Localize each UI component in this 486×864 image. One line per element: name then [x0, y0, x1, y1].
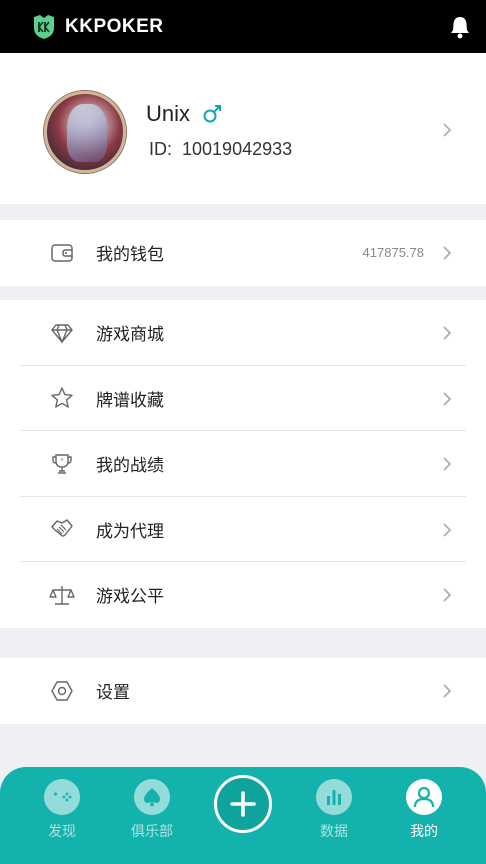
chevron-right-icon: [443, 391, 452, 406]
wallet-label: 我的钱包: [96, 245, 164, 266]
tab-label: 数据: [320, 824, 348, 840]
male-gender-icon: [202, 104, 222, 124]
settings-section: 设置: [0, 658, 486, 724]
wallet-balance: 417875.78: [362, 245, 424, 261]
tab-data[interactable]: 数据: [299, 779, 369, 841]
user-id-label: ID:: [149, 139, 173, 159]
wallet-section: 我的钱包 417875.78: [0, 220, 486, 286]
chevron-right-icon: [443, 123, 452, 137]
trophy-icon: [49, 451, 75, 477]
menu-section: 游戏商城 牌谱收藏 我的战绩 成为代理 游戏公平: [0, 300, 486, 628]
tab-label: 发现: [48, 824, 76, 840]
top-bar: KKPOKER: [0, 0, 486, 53]
menu-item-record[interactable]: 我的战绩: [0, 431, 486, 497]
menu-item-label: 我的战绩: [96, 456, 164, 477]
user-id-value: 10019042933: [182, 139, 293, 159]
menu-item-label: 牌谱收藏: [96, 390, 164, 411]
star-icon: [49, 385, 75, 411]
menu-item-store[interactable]: 游戏商城: [0, 300, 486, 366]
chevron-right-icon: [443, 246, 452, 260]
chevron-right-icon: [443, 522, 452, 537]
username: Unix: [146, 101, 191, 126]
kkpoker-logo-icon: [32, 14, 56, 40]
bottom-tab-bar: 发现 俱乐部 数据 我的: [0, 767, 486, 864]
settings-gear-icon: [49, 678, 75, 704]
settings-label: 设置: [96, 683, 130, 704]
plus-icon: [230, 791, 256, 817]
user-id: ID: 10019042933: [149, 139, 292, 160]
tab-club[interactable]: 俱乐部: [117, 779, 187, 841]
scale-icon: [49, 582, 75, 608]
wallet-icon: [49, 240, 75, 266]
handshake-icon: [49, 516, 75, 542]
menu-item-label: 游戏商城: [96, 325, 164, 346]
gamepad-icon: [44, 779, 80, 815]
notification-bell-icon[interactable]: [448, 14, 472, 40]
chevron-right-icon: [443, 457, 452, 471]
tab-mine[interactable]: 我的: [389, 779, 459, 841]
diamond-icon: [49, 320, 75, 346]
settings-row[interactable]: 设置: [0, 658, 486, 724]
brand-name: KKPOKER: [65, 15, 164, 37]
avatar[interactable]: [44, 91, 126, 173]
chevron-right-icon: [443, 684, 452, 698]
spade-icon: [134, 779, 170, 815]
add-button[interactable]: [214, 775, 272, 833]
bar-chart-icon: [316, 779, 352, 815]
chevron-right-icon: [443, 588, 452, 602]
menu-item-label: 成为代理: [96, 521, 164, 542]
user-icon: [406, 779, 442, 815]
tab-discover[interactable]: 发现: [27, 779, 97, 841]
menu-item-agent[interactable]: 成为代理: [0, 497, 486, 562]
menu-item-label: 游戏公平: [96, 587, 164, 608]
profile-card[interactable]: Unix ID: 10019042933: [0, 53, 486, 204]
tab-label: 俱乐部: [131, 824, 173, 840]
chevron-right-icon: [443, 326, 452, 340]
menu-item-fairness[interactable]: 游戏公平: [0, 562, 486, 628]
tab-label: 我的: [410, 824, 438, 840]
menu-item-hand-history[interactable]: 牌谱收藏: [0, 366, 486, 431]
wallet-row[interactable]: 我的钱包 417875.78: [0, 220, 486, 286]
